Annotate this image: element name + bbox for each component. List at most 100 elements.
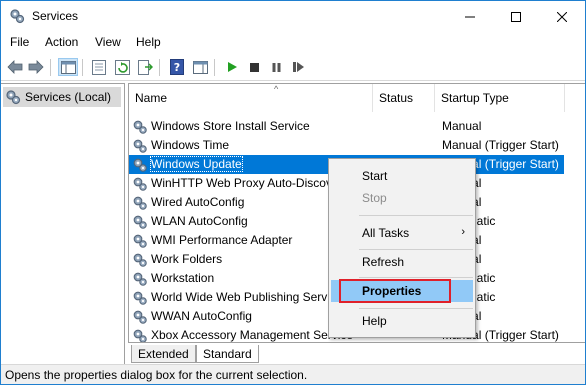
column-header-status-label: Status	[379, 91, 414, 105]
svg-text:?: ?	[174, 61, 180, 74]
back-arrow-icon	[7, 60, 23, 74]
context-menu-refresh-label: Refresh	[362, 255, 405, 269]
service-name: World Wide Web Publishing Service	[151, 290, 343, 304]
sort-ascending-icon: ^	[274, 84, 279, 94]
service-name: Windows Store Install Service	[151, 119, 310, 133]
context-menu-start-label: Start	[362, 169, 388, 183]
restart-service-button[interactable]	[288, 58, 308, 76]
context-menu-separator	[359, 277, 473, 278]
properties-toolbar-button[interactable]	[89, 58, 109, 76]
action-pane-button[interactable]	[190, 58, 210, 76]
export-list-icon	[137, 59, 153, 75]
tab-extended-label: Extended	[138, 346, 189, 361]
help-toolbar-button[interactable]: ?	[167, 58, 187, 76]
service-gear-icon	[133, 253, 147, 267]
properties-highlight-box	[339, 279, 451, 303]
status-text: Opens the properties dialog box for the …	[5, 368, 308, 382]
service-gear-icon	[133, 158, 147, 172]
stop-service-button[interactable]	[244, 58, 264, 76]
title-bar: Services	[1, 1, 585, 32]
toolbar-separator	[214, 59, 215, 76]
action-pane-icon	[192, 60, 208, 74]
refresh-icon	[114, 59, 130, 75]
show-console-tree-button[interactable]	[58, 58, 78, 76]
tree-item-services-local[interactable]: Services (Local)	[3, 87, 121, 107]
vertical-scrollbar[interactable]	[565, 84, 585, 342]
refresh-toolbar-button[interactable]	[112, 58, 132, 76]
toolbar-separator	[82, 59, 83, 76]
context-menu-help-label: Help	[362, 314, 387, 328]
context-menu-separator	[359, 308, 473, 309]
export-list-button[interactable]	[135, 58, 155, 76]
context-menu-help[interactable]: Help	[331, 310, 473, 332]
submenu-arrow-icon: ›	[461, 226, 465, 238]
minimize-icon	[465, 16, 475, 17]
menu-action[interactable]: Action	[45, 35, 78, 49]
view-tabs: Extended Standard	[128, 342, 585, 364]
context-menu-stop[interactable]: Stop	[331, 187, 473, 209]
restart-icon	[292, 62, 304, 72]
services-gear-icon	[6, 90, 21, 105]
service-name: Windows Update	[150, 156, 243, 172]
context-menu-all-tasks-label: All Tasks	[362, 226, 410, 240]
play-icon	[228, 62, 237, 72]
window-title: Services	[32, 9, 79, 23]
tab-standard[interactable]: Standard	[196, 345, 259, 363]
column-header-startup-type[interactable]: Startup Type	[435, 84, 565, 112]
context-menu-separator	[359, 249, 473, 250]
back-button[interactable]	[5, 58, 25, 76]
menu-help[interactable]: Help	[136, 35, 161, 49]
menu-file[interactable]: File	[10, 35, 29, 49]
column-header-status[interactable]: Status	[373, 84, 435, 112]
forward-arrow-icon	[28, 60, 44, 74]
toolbar-separator	[159, 59, 160, 76]
status-bar: Opens the properties dialog box for the …	[1, 364, 585, 384]
services-gear-icon	[10, 9, 25, 24]
service-gear-icon	[133, 329, 147, 342]
help-book-icon: ?	[170, 59, 184, 75]
context-menu-refresh[interactable]: Refresh	[331, 251, 473, 273]
service-name: Workstation	[151, 271, 215, 285]
service-gear-icon	[133, 177, 147, 191]
service-name: Wired AutoConfig	[151, 195, 245, 209]
service-gear-icon	[133, 139, 147, 153]
tab-extended[interactable]: Extended	[131, 345, 196, 363]
context-menu-start[interactable]: Start	[331, 165, 473, 187]
context-menu-stop-label: Stop	[362, 191, 387, 205]
context-menu: Start Stop All Tasks › Refresh Propertie…	[328, 158, 476, 338]
close-icon	[557, 11, 567, 22]
service-gear-icon	[133, 120, 147, 134]
service-gear-icon	[133, 310, 147, 324]
minimize-button[interactable]	[447, 1, 493, 32]
tree-item-label: Services (Local)	[25, 90, 112, 104]
menu-bar: File Action View Help	[1, 32, 585, 54]
start-service-button[interactable]	[222, 58, 242, 76]
service-gear-icon	[133, 291, 147, 305]
pause-icon	[272, 62, 280, 72]
table-row[interactable]: Windows Time Manual (Trigger Start)	[129, 136, 564, 155]
maximize-icon	[511, 11, 521, 22]
service-name: WWAN AutoConfig	[151, 309, 252, 323]
services-window: Services File Action View Help ? Service…	[0, 0, 586, 385]
context-menu-all-tasks[interactable]: All Tasks ›	[331, 222, 473, 244]
column-header-name[interactable]: Name	[129, 84, 373, 112]
service-name: Windows Time	[151, 138, 230, 152]
service-gear-icon	[133, 272, 147, 286]
service-name: WLAN AutoConfig	[151, 214, 248, 228]
forward-button[interactable]	[26, 58, 46, 76]
maximize-button[interactable]	[493, 1, 539, 32]
toolbar-separator	[50, 59, 51, 76]
close-button[interactable]	[539, 1, 585, 32]
context-menu-separator	[359, 215, 473, 216]
menu-view[interactable]: View	[95, 35, 121, 49]
console-tree: Services (Local)	[1, 83, 125, 364]
pause-service-button[interactable]	[266, 58, 286, 76]
table-row[interactable]: Windows Store Install Service Manual	[129, 117, 564, 136]
properties-sheet-icon	[92, 59, 106, 75]
service-startup-type: Manual	[442, 119, 482, 133]
service-name: Work Folders	[151, 252, 223, 266]
toolbar: ?	[1, 54, 585, 81]
service-gear-icon	[133, 196, 147, 210]
console-tree-icon	[60, 60, 76, 74]
tab-standard-label: Standard	[203, 346, 252, 361]
